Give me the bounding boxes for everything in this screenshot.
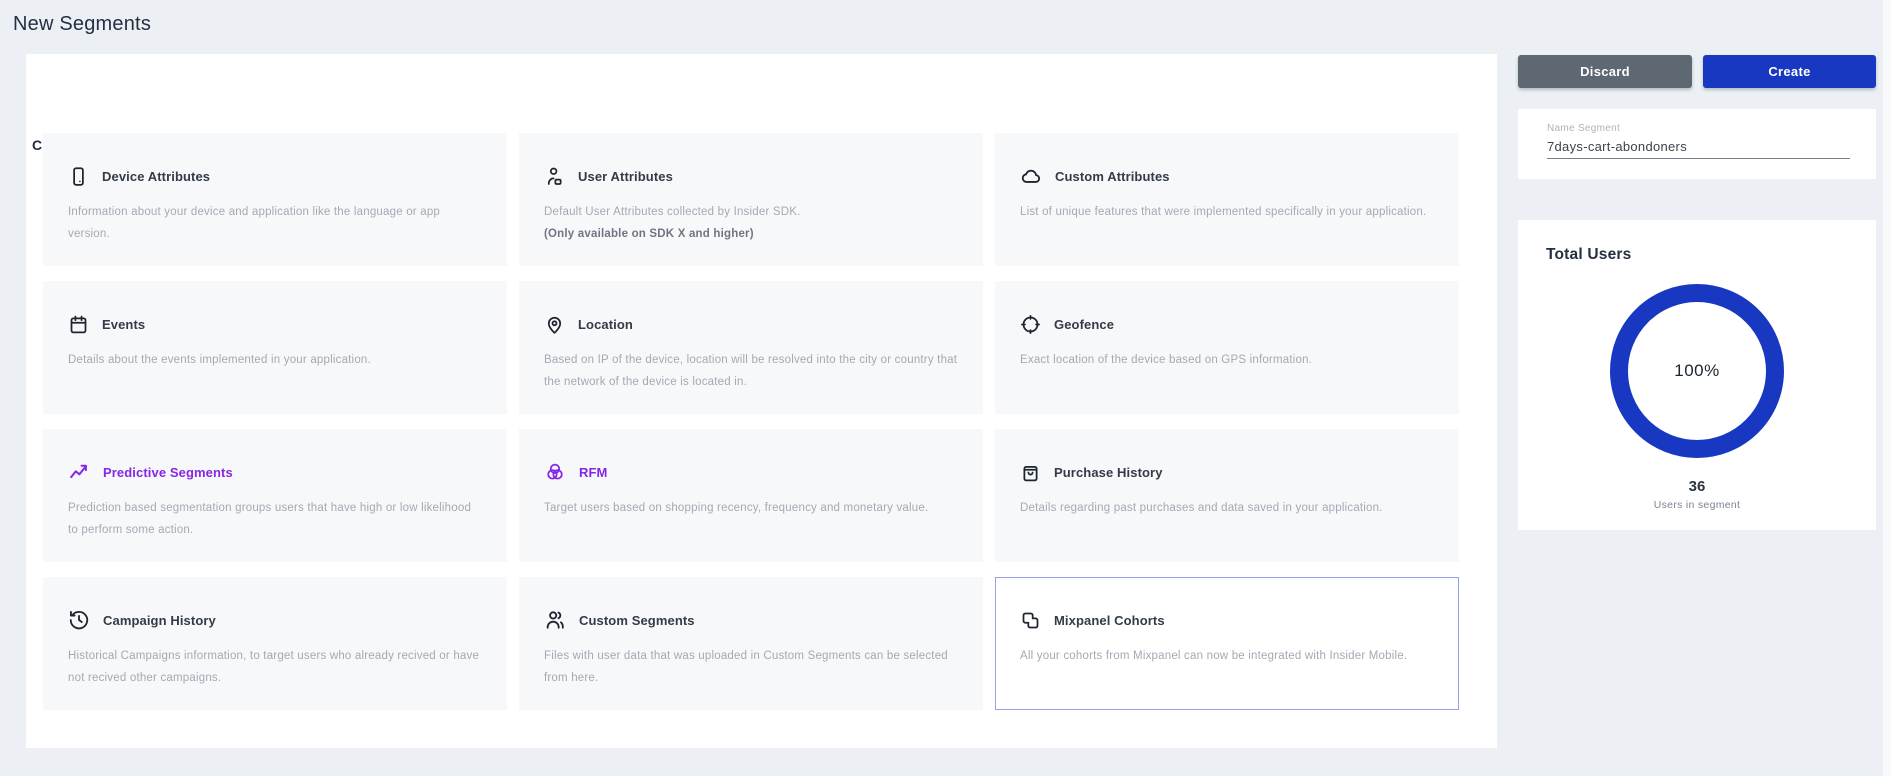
users-count: 36: [1518, 478, 1876, 495]
card-description: Exact location of the device based on GP…: [1020, 349, 1434, 371]
card-description-text: Files with user data that was uploaded i…: [544, 650, 948, 684]
card-header: Purchase History: [1020, 460, 1434, 484]
card-geofence[interactable]: Geofence Exact location of the device ba…: [995, 281, 1459, 414]
card-title: Custom Attributes: [1055, 169, 1170, 184]
card-title: Custom Segments: [579, 613, 695, 628]
card-description: Historical Campaigns information, to tar…: [68, 645, 482, 690]
card-description: List of unique features that were implem…: [1020, 201, 1434, 223]
trend-up-icon: [68, 461, 90, 483]
page-title: New Segments: [13, 13, 151, 36]
card-description-bold: (Only available on SDK X and higher): [544, 228, 754, 240]
card-description: Details regarding past purchases and dat…: [1020, 497, 1434, 519]
create-button[interactable]: Create: [1703, 55, 1876, 88]
total-users-donut-chart: 100%: [1610, 284, 1784, 458]
page-scrollbar[interactable]: [1883, 0, 1891, 776]
device-icon: [68, 166, 89, 187]
users-icon: [544, 609, 566, 631]
card-header: Device Attributes: [68, 164, 482, 188]
total-users-title: Total Users: [1546, 246, 1631, 264]
card-header: Predictive Segments: [68, 460, 482, 484]
card-description-text: Prediction based segmentation groups use…: [68, 502, 471, 536]
card-description-text: Information about your device and applic…: [68, 206, 440, 240]
map-pin-icon: [544, 314, 565, 335]
card-title: Campaign History: [103, 613, 216, 628]
card-header: Geofence: [1020, 312, 1434, 336]
card-campaign-history[interactable]: Campaign History Historical Campaigns in…: [43, 577, 507, 710]
card-description-text: Exact location of the device based on GP…: [1020, 354, 1312, 366]
card-header: Events: [68, 312, 482, 336]
card-header: User Attributes: [544, 164, 958, 188]
card-user-attributes[interactable]: User Attributes Default User Attributes …: [519, 133, 983, 266]
users-count-caption: Users in segment: [1518, 499, 1876, 511]
card-description-text: Based on IP of the device, location will…: [544, 354, 957, 388]
card-description: Details about the events implemented in …: [68, 349, 482, 371]
card-description-text: Details regarding past purchases and dat…: [1020, 502, 1383, 514]
card-header: RFM: [544, 460, 958, 484]
donut-percent-label: 100%: [1674, 361, 1719, 381]
card-title: Location: [578, 317, 633, 332]
card-title: Purchase History: [1054, 465, 1163, 480]
card-header: Custom Segments: [544, 608, 958, 632]
card-description-text: Details about the events implemented in …: [68, 354, 371, 366]
cohorts-icon: [1020, 610, 1041, 631]
card-description: All your cohorts from Mixpanel can now b…: [1020, 645, 1434, 667]
cloud-icon: [1020, 165, 1042, 187]
card-title: Geofence: [1054, 317, 1114, 332]
card-header: Custom Attributes: [1020, 164, 1434, 188]
card-description-text: Historical Campaigns information, to tar…: [68, 650, 479, 684]
name-segment-label: Name Segment: [1547, 123, 1850, 134]
card-custom-attributes[interactable]: Custom Attributes List of unique feature…: [995, 133, 1459, 266]
name-segment-card: Name Segment: [1518, 109, 1876, 179]
card-description: Prediction based segmentation groups use…: [68, 497, 482, 542]
card-description: Based on IP of the device, location will…: [544, 349, 958, 394]
name-segment-input[interactable]: [1547, 139, 1850, 159]
category-panel: Choose a category before creating a new …: [26, 54, 1497, 748]
card-mixpanel-cohorts[interactable]: Mixpanel Cohorts All your cohorts from M…: [995, 577, 1459, 710]
card-header: Campaign History: [68, 608, 482, 632]
user-icon: [544, 166, 565, 187]
card-predictive-segments[interactable]: Predictive Segments Prediction based seg…: [43, 429, 507, 562]
total-users-card: Total Users 100% 36 Users in segment: [1518, 220, 1876, 530]
card-title: Mixpanel Cohorts: [1054, 613, 1165, 628]
card-description-text: Target users based on shopping recency, …: [544, 502, 928, 514]
card-description: Default User Attributes collected by Ins…: [544, 201, 958, 246]
bag-icon: [1020, 462, 1041, 483]
card-description-text: All your cohorts from Mixpanel can now b…: [1020, 650, 1407, 662]
card-description: Target users based on shopping recency, …: [544, 497, 958, 519]
card-purchase-history[interactable]: Purchase History Details regarding past …: [995, 429, 1459, 562]
card-description: Information about your device and applic…: [68, 201, 482, 246]
card-rfm[interactable]: RFM Target users based on shopping recen…: [519, 429, 983, 562]
card-header: Location: [544, 312, 958, 336]
venn-icon: [544, 461, 566, 483]
card-device-attributes[interactable]: Device Attributes Information about your…: [43, 133, 507, 266]
card-events[interactable]: Events Details about the events implemen…: [43, 281, 507, 414]
card-title: RFM: [579, 465, 607, 480]
card-title: Events: [102, 317, 145, 332]
card-description-text: List of unique features that were implem…: [1020, 206, 1426, 218]
card-description: Files with user data that was uploaded i…: [544, 645, 958, 690]
crosshair-icon: [1020, 314, 1041, 335]
card-title: Device Attributes: [102, 169, 210, 184]
card-title: User Attributes: [578, 169, 673, 184]
discard-button[interactable]: Discard: [1518, 55, 1692, 88]
category-grid: Device Attributes Information about your…: [43, 133, 1459, 710]
card-custom-segments[interactable]: Custom Segments Files with user data tha…: [519, 577, 983, 710]
card-title: Predictive Segments: [103, 465, 233, 480]
history-icon: [68, 609, 90, 631]
card-header: Mixpanel Cohorts: [1020, 608, 1434, 632]
card-location[interactable]: Location Based on IP of the device, loca…: [519, 281, 983, 414]
card-description-text: Default User Attributes collected by Ins…: [544, 206, 801, 218]
calendar-icon: [68, 314, 89, 335]
